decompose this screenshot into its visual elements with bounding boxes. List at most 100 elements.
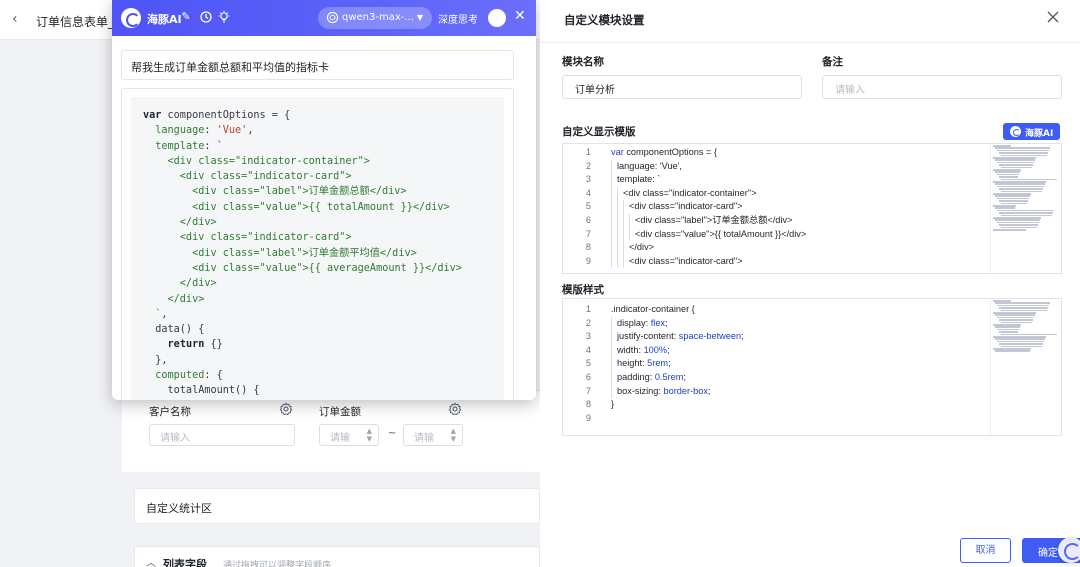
code-token: <div class="label">订单金额总额</div> (635, 215, 793, 225)
code-token: ; (707, 385, 711, 396)
minimap-line (993, 145, 1011, 147)
module-name-input[interactable]: 订单分析 (562, 75, 802, 99)
minimap-line (993, 312, 1036, 314)
line-number: 5 (585, 358, 591, 369)
remark-input[interactable]: 请输入 (822, 75, 1062, 99)
model-selector[interactable]: qwen3-max-... ▼ (318, 7, 432, 29)
stats-section[interactable]: 自定义统计区 (134, 488, 540, 524)
code-token: <div class="value">{{ averageAmount }}</… (143, 262, 462, 274)
editor-code: height: 5rem; (617, 357, 671, 371)
code-token: ; (665, 317, 668, 328)
list-fields-section[interactable]: ︿ 列表字段 通过拖拽可以调整字段顺序 (134, 546, 540, 567)
dolphin-ai-button[interactable]: 海豚AI (1003, 123, 1060, 140)
editor-line: 2 language: 'Vue', (563, 159, 993, 174)
chevron-left-icon[interactable]: ‹ (12, 11, 18, 27)
code-token: } (611, 399, 615, 410)
template-code-editor[interactable]: 1 var componentOptions = {2 language: 'Vue… (562, 143, 1062, 274)
ai-assistant-panel: 海豚AI ✎ qwen3-max-... ▼ 深度思考 ✕ 帮我生成订单金额总额… (112, 0, 536, 400)
minimap-line (999, 212, 1053, 214)
minimap-line (999, 343, 1043, 345)
editor-code: language: 'Vue', (617, 160, 682, 174)
minimap-line (999, 224, 1038, 226)
code-line: computed: { (143, 368, 504, 383)
minimap-line (999, 176, 1018, 178)
code-token: space-between (678, 331, 742, 342)
stepper-icon[interactable]: ▲ ▼ (451, 427, 456, 443)
chevron-up-icon[interactable]: ︿ (146, 554, 156, 567)
close-icon[interactable] (1046, 10, 1060, 24)
code-token: height (617, 358, 643, 369)
stepper-icon[interactable]: ▲ ▼ (367, 427, 372, 443)
indent-guide (629, 214, 630, 228)
minimap-line (995, 338, 1045, 340)
close-icon[interactable]: ✕ (514, 8, 526, 24)
indent-guide (623, 200, 624, 214)
amount-max-input[interactable]: 请输 ▲ ▼ (403, 424, 463, 446)
editor-code: .indicator-container { (611, 303, 695, 317)
minimap-line (995, 171, 1020, 173)
amount-min-input[interactable]: 请输 ▲ ▼ (319, 424, 379, 446)
minimap-line (997, 328, 1019, 331)
line-number: 1 (585, 147, 591, 157)
minimap-line (995, 314, 1035, 316)
lightbulb-icon[interactable] (217, 10, 231, 24)
deep-think-toggle[interactable] (488, 9, 506, 27)
amount-max-placeholder: 请输 (414, 433, 434, 444)
ai-code-block: var componentOptions = { language: 'Vue'… (131, 97, 504, 400)
history-icon[interactable] (199, 10, 213, 24)
minimap-line (1001, 309, 1047, 312)
minimap-line (995, 350, 1030, 352)
code-line: template: ` (143, 139, 504, 154)
code-line: <div class="indicator-container"> (143, 154, 504, 169)
minimap-line (1001, 214, 1052, 217)
code-token: <div class="label">订单金额平均值</div> (143, 247, 417, 259)
code-token: var (143, 110, 162, 121)
minimap-line (1001, 178, 1057, 181)
code-line: language: 'Vue', (143, 123, 504, 138)
code-token: <div class="value">{{ totalAmount }}</di… (635, 228, 807, 239)
minimap-line (995, 207, 1015, 209)
style-code-editor[interactable]: 1 .indicator-container {2 display: flex; 3 j… (562, 298, 1062, 436)
code-token: : ` (204, 140, 223, 152)
search-filter-card: 客户名称 请输入 订单金额 请输 ▲ ▼ ~ 请输 ▲ ▼ (122, 390, 540, 472)
indent-guide (629, 227, 630, 242)
floating-ai-button[interactable] (1058, 537, 1080, 563)
indent-guide (611, 384, 612, 399)
magic-wand-icon[interactable]: ✎ (179, 10, 193, 24)
minimap-line (997, 340, 1044, 343)
minimap-line (1001, 166, 1032, 169)
minimap-line (995, 219, 1040, 221)
cancel-button[interactable]: 取消 (960, 538, 1011, 563)
editor-line: 9 (563, 412, 993, 426)
line-number: 4 (585, 187, 591, 198)
code-token: </div> (629, 242, 655, 253)
code-line: <div class="indicator-card"> (143, 230, 504, 245)
code-line: return {} (143, 337, 504, 352)
indent-guide (611, 173, 612, 187)
dolphin-logo-icon (121, 8, 141, 28)
customer-name-input[interactable]: 请输入 (149, 424, 295, 446)
minimap-line (999, 152, 1048, 154)
code-token: 0.5rem (654, 372, 684, 382)
list-section-title: 列表字段 (163, 558, 207, 567)
line-number: 5 (585, 201, 591, 212)
editor-line: 4 width: 100%; (563, 343, 993, 358)
module-name-label: 模块名称 (562, 56, 604, 68)
code-token: ; (683, 372, 686, 382)
stats-section-title: 自定义统计区 (146, 502, 212, 515)
code-line: <div class="indicator-card"> (143, 169, 504, 184)
remark-label: 备注 (822, 56, 843, 68)
code-line: <div class="value">{{ totalAmount }}</di… (143, 200, 504, 215)
editor-line: 9 <div class="indicator-card"> (563, 254, 993, 269)
gear-icon[interactable] (448, 402, 462, 416)
code-token: }, (143, 354, 168, 366)
line-number: 8 (585, 242, 591, 253)
code-token: .indicator-container { (611, 304, 695, 314)
indent-guide (611, 254, 612, 269)
code-token: language (155, 125, 205, 137)
code-token: </div> (143, 278, 217, 290)
gear-icon[interactable] (279, 402, 293, 416)
